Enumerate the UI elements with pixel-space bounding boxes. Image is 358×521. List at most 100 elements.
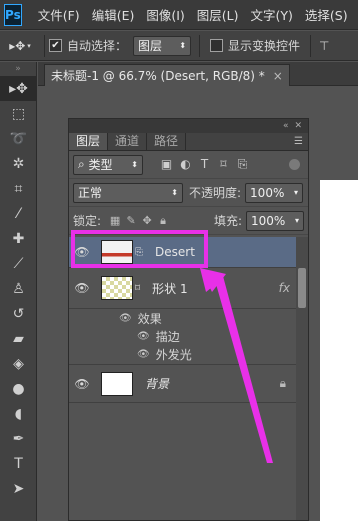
layers-panel: « ✕ 图层 通道 路径 ☰ ⌕ 类型 ⬍ ▣ ◐ T ⌑ ⎘ 正常 ⬍ 不透明… <box>68 118 309 521</box>
eyedropper-tool-icon[interactable]: ⁄ <box>0 201 37 226</box>
effect-name: 外发光 <box>155 348 192 362</box>
brush-tool-icon[interactable]: ⟋ <box>0 251 37 276</box>
divider <box>44 34 45 57</box>
menu-edit[interactable]: 编辑(E) <box>92 5 135 24</box>
history-brush-tool-icon[interactable]: ↺ <box>0 301 37 326</box>
panel-header: « ✕ <box>69 119 308 133</box>
tab-paths[interactable]: 路径 <box>147 133 187 150</box>
menu-select[interactable]: 选择(S) <box>305 5 348 24</box>
layers-scrollbar[interactable] <box>296 237 308 520</box>
search-icon: ⌕ <box>78 157 89 171</box>
pen-tool-icon[interactable]: ✒ <box>0 426 37 451</box>
effects-row[interactable]: 👁︎ 效果 <box>69 309 308 327</box>
type-tool-icon[interactable]: T <box>0 451 37 476</box>
collapse-icon[interactable]: « <box>283 121 289 131</box>
pixel-filter-icon[interactable]: ▣ <box>157 157 176 172</box>
opacity-value: 100% <box>250 185 285 200</box>
opacity-field[interactable]: 100% ▾ <box>245 182 304 203</box>
chevron-down-icon: ▾ <box>27 41 31 50</box>
annotation-highlight-box <box>71 230 208 268</box>
effect-name: 描边 <box>155 329 180 344</box>
blend-mode-value: 正常 <box>78 186 103 200</box>
marquee-tool-icon[interactable]: ⬚ <box>0 101 37 126</box>
tools-panel: » ▸✥ ⬚ ➰ ✲ ⌗ ⁄ ✚ ⟋ ♙ ↺ ▰ ◈ ● ◖ ✒ T ➤ <box>0 62 37 521</box>
scrollbar-thumb[interactable] <box>298 268 306 308</box>
fill-value: 100% <box>251 213 286 228</box>
path-selection-tool-icon[interactable]: ➤ <box>0 476 37 501</box>
shape-filter-icon[interactable]: ⌑ <box>214 157 233 172</box>
filter-icons: ▣ ◐ T ⌑ ⎘ <box>157 157 252 172</box>
vector-mask-icon: ⌑ <box>135 282 141 294</box>
fill-field[interactable]: 100% ▾ <box>246 210 304 231</box>
chevron-down-icon: ▾ <box>294 216 299 225</box>
layer-name: 背景 <box>145 377 170 391</box>
healing-brush-tool-icon[interactable]: ✚ <box>0 226 37 251</box>
document-tab[interactable]: 未标题-1 @ 66.7% (Desert, RGB/8) * × <box>44 64 290 86</box>
lock-label: 锁定: <box>73 214 102 228</box>
layer-name: 形状 1 <box>152 281 188 296</box>
tab-layers[interactable]: 图层 <box>69 133 109 150</box>
panel-grip-icon[interactable]: » <box>0 62 36 76</box>
menu-bar: Ps 文件(F) 编辑(E) 图像(I) 图层(L) 文字(Y) 选择(S) <box>0 0 358 30</box>
paint-bucket-tool-icon[interactable]: ◈ <box>0 351 37 376</box>
fx-icon[interactable]: fx <box>279 281 290 295</box>
updown-arrow-icon: ⬍ <box>131 160 138 169</box>
lock-position-icon[interactable]: ✥ <box>139 214 155 228</box>
document-tab-bar: 未标题-1 @ 66.7% (Desert, RGB/8) * × <box>38 62 358 86</box>
auto-select-label: 自动选择： <box>67 39 128 53</box>
close-icon[interactable]: × <box>273 69 283 83</box>
magic-wand-tool-icon[interactable]: ✲ <box>0 151 37 176</box>
eye-icon[interactable]: 👁︎ <box>119 313 132 324</box>
blend-opacity-row: 正常 ⬍ 不透明度: 100% ▾ <box>69 179 308 207</box>
show-transform-checkbox[interactable] <box>210 39 224 52</box>
blend-mode-dropdown[interactable]: 正常 ⬍ <box>73 182 183 203</box>
panel-menu-icon[interactable]: ☰ <box>294 136 303 147</box>
layer-row-background[interactable]: 👁︎ 背景 🔒︎ <box>69 365 308 403</box>
layer-thumbnail <box>101 276 133 300</box>
divider <box>199 34 201 57</box>
tab-channels[interactable]: 通道 <box>108 133 148 150</box>
lock-icons: ▦ ✎ ✥ 🔒︎ <box>107 214 171 228</box>
lock-all-icon[interactable]: 🔒︎ <box>155 214 171 228</box>
panel-tabs: 图层 通道 路径 ☰ <box>69 133 308 151</box>
blur-tool-icon[interactable]: ● <box>0 376 37 401</box>
crop-tool-icon[interactable]: ⌗ <box>0 176 37 201</box>
eye-icon[interactable]: 👁︎ <box>137 331 150 342</box>
tool-preset-picker[interactable]: ▸✥ ▾ <box>0 39 40 53</box>
divider <box>310 34 312 57</box>
eye-icon[interactable]: 👁︎ <box>69 377 95 391</box>
layer-filter-row: ⌕ 类型 ⬍ ▣ ◐ T ⌑ ⎘ <box>69 151 308 179</box>
eraser-tool-icon[interactable]: ▰ <box>0 326 37 351</box>
chevron-down-icon: ▾ <box>294 188 299 197</box>
canvas[interactable] <box>320 180 358 521</box>
lock-transparent-icon[interactable]: ▦ <box>107 214 123 228</box>
menu-file[interactable]: 文件(F) <box>38 5 80 24</box>
smart-object-filter-icon[interactable]: ⎘ <box>233 157 252 172</box>
adjustment-filter-icon[interactable]: ◐ <box>176 157 195 172</box>
effect-row-stroke[interactable]: 👁︎ 描边 <box>69 327 308 345</box>
auto-select-checkbox[interactable]: ✔ <box>49 39 62 52</box>
layer-list: 👁︎ ⎘ Desert 👁︎ ⌑ 形状 1 fx 👁︎ 效果 👁︎ 描边 👁︎ … <box>69 237 308 520</box>
move-tool-icon[interactable]: ▸✥ <box>0 76 37 101</box>
menu-layer[interactable]: 图层(L) <box>197 5 239 24</box>
dodge-tool-icon[interactable]: ◖ <box>0 401 37 426</box>
menu-image[interactable]: 图像(I) <box>146 5 184 24</box>
updown-arrow-icon: ⬍ <box>171 188 178 197</box>
filter-toggle-switch[interactable] <box>289 159 300 170</box>
eye-icon[interactable]: 👁︎ <box>69 281 95 295</box>
lock-pixels-icon[interactable]: ✎ <box>123 214 139 228</box>
close-panel-icon[interactable]: ✕ <box>294 121 302 131</box>
eye-icon[interactable]: 👁︎ <box>137 349 150 360</box>
menu-type[interactable]: 文字(Y) <box>251 5 293 24</box>
effects-label: 效果 <box>137 311 162 326</box>
clone-stamp-tool-icon[interactable]: ♙ <box>0 276 37 301</box>
filter-kind-dropdown[interactable]: ⌕ 类型 ⬍ <box>73 154 143 175</box>
show-transform-label: 显示变换控件 <box>228 39 301 53</box>
lasso-tool-icon[interactable]: ➰ <box>0 126 37 151</box>
auto-select-target-dropdown[interactable]: 图层 ⬍ <box>133 35 192 56</box>
align-top-icon[interactable]: ⊤ <box>319 39 329 53</box>
layer-row-shape-1[interactable]: 👁︎ ⌑ 形状 1 fx <box>69 268 308 309</box>
effect-row-outer-glow[interactable]: 👁︎ 外发光 <box>69 345 308 365</box>
updown-arrow-icon: ⬍ <box>179 41 187 50</box>
type-filter-icon[interactable]: T <box>195 157 214 172</box>
